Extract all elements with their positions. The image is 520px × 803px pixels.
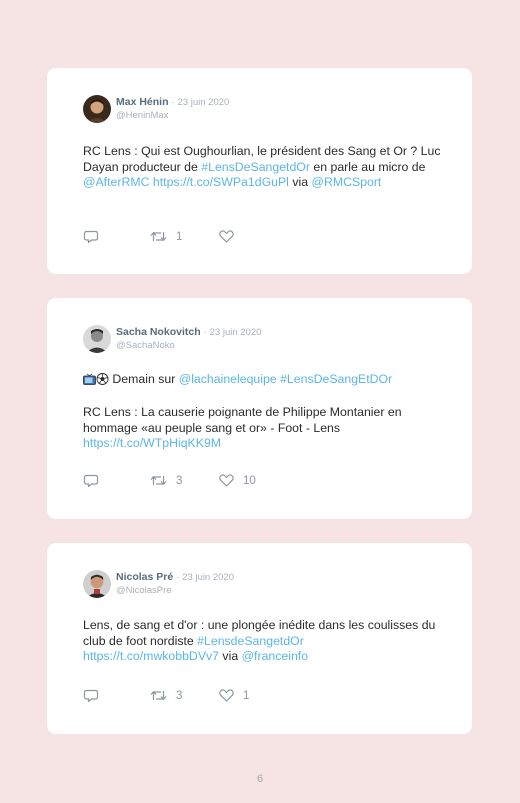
tweet-link[interactable]: #LensdeSangetdOr <box>197 634 304 648</box>
retweet-icon <box>150 475 167 486</box>
tweet-text-segment: via <box>288 175 312 189</box>
like-button[interactable]: 1 <box>219 689 249 702</box>
tweet-link[interactable]: https://t.co/mwkobbDVv7 <box>83 649 219 663</box>
reply-button[interactable] <box>83 689 99 703</box>
tweet-first-line: Demain sur @lachainelequipe #LensDeSangE… <box>83 372 443 390</box>
heart-icon <box>219 230 234 243</box>
heart-icon <box>219 689 234 702</box>
retweet-count: 1 <box>176 230 183 243</box>
tv-emoji-icon <box>83 373 96 390</box>
like-button[interactable] <box>219 230 243 243</box>
tweet-text: RC Lens : Qui est Oughourlian, le présid… <box>83 144 443 191</box>
retweet-count: 3 <box>176 474 183 487</box>
separator-dot: · <box>171 97 175 108</box>
tweet-text: Lens, de sang et d'or : une plongée inéd… <box>83 618 443 665</box>
tweet-link[interactable]: @AfterRMC <box>83 175 149 189</box>
tweet-card: Nicolas Pré · 23 juin 2020 @NicolasPre L… <box>47 543 472 734</box>
author-handle[interactable]: @HeninMax <box>116 109 229 122</box>
like-count: 1 <box>243 689 250 702</box>
author-name[interactable]: Max Hénin <box>116 96 169 108</box>
retweet-icon <box>150 690 167 701</box>
tweet-text-segment: Demain sur <box>109 372 179 386</box>
separator-dot: · <box>176 572 180 583</box>
tweet-line-text: Demain sur @lachainelequipe #LensDeSangE… <box>109 372 392 386</box>
author-handle[interactable]: @SachaNoko <box>116 339 261 352</box>
author-name[interactable]: Nicolas Pré <box>116 571 173 583</box>
author-name[interactable]: Sacha Nokovitch <box>116 326 201 338</box>
page-number: 6 <box>256 773 264 785</box>
tweet-text-segment: en parle au micro de <box>309 159 426 174</box>
retweet-button[interactable]: 1 <box>150 230 182 243</box>
tweet-body: RC Lens : Qui est Oughourlian, le présid… <box>83 144 443 191</box>
tweet-actions: 3 10 <box>83 474 283 490</box>
reply-icon <box>83 474 99 488</box>
reply-button[interactable] <box>83 474 99 488</box>
retweet-button[interactable]: 3 <box>150 474 182 487</box>
tweet-date[interactable]: 23 juin 2020 <box>178 97 230 108</box>
tweet-link[interactable]: @lachainelequipe <box>179 372 277 386</box>
tweet-card: Max Hénin · 23 juin 2020 @HeninMax RC Le… <box>47 68 472 274</box>
avatar[interactable] <box>83 325 111 353</box>
author-handle[interactable]: @NicolasPre <box>116 584 234 597</box>
tweet-text-segment: via <box>219 649 242 663</box>
tweet-text: Demain sur @lachainelequipe #LensDeSangE… <box>83 372 443 452</box>
tweet-link[interactable]: https://t.co/WTpHiqKK9M <box>83 436 221 450</box>
tweet-actions: 1 <box>83 230 283 246</box>
like-count: 10 <box>243 474 256 487</box>
tweet-link[interactable]: @franceinfo <box>242 649 309 663</box>
retweet-icon <box>150 231 167 242</box>
tweet-card: Sacha Nokovitch · 23 juin 2020 @SachaNok… <box>47 298 472 519</box>
tweet-actions: 3 1 <box>83 689 283 705</box>
reply-button[interactable] <box>83 230 99 244</box>
tweet-link[interactable]: @RMCSport <box>311 175 381 189</box>
tweet-link[interactable]: #LensDeSangEtDOr <box>280 372 392 386</box>
tweet-body: RC Lens : La causerie poignante de Phili… <box>83 405 443 452</box>
reply-icon <box>83 689 99 703</box>
tweet-header: Nicolas Pré · 23 juin 2020 @NicolasPre <box>83 570 234 600</box>
soccer-ball-emoji-icon <box>96 373 109 390</box>
tweet-text-segment: RC Lens : La causerie poignante de Phili… <box>83 405 402 435</box>
avatar[interactable] <box>83 95 111 123</box>
tweet-link[interactable]: #LensDeSangetdOr <box>201 160 310 174</box>
separator-dot: · <box>203 327 207 338</box>
retweet-count: 3 <box>176 689 183 702</box>
reply-icon <box>83 230 99 244</box>
tweet-header: Max Hénin · 23 juin 2020 @HeninMax <box>83 95 229 125</box>
tweet-date[interactable]: 23 juin 2020 <box>210 327 262 338</box>
tweet-date[interactable]: 23 juin 2020 <box>182 572 234 583</box>
tweet-body: Lens, de sang et d'or : une plongée inéd… <box>83 618 443 665</box>
retweet-button[interactable]: 3 <box>150 689 182 702</box>
tweet-header: Sacha Nokovitch · 23 juin 2020 @SachaNok… <box>83 325 261 355</box>
tweet-link[interactable]: https://t.co/SWPa1dGuPl <box>153 175 289 189</box>
like-button[interactable]: 10 <box>219 474 256 487</box>
avatar[interactable] <box>83 570 111 598</box>
heart-icon <box>219 474 234 487</box>
